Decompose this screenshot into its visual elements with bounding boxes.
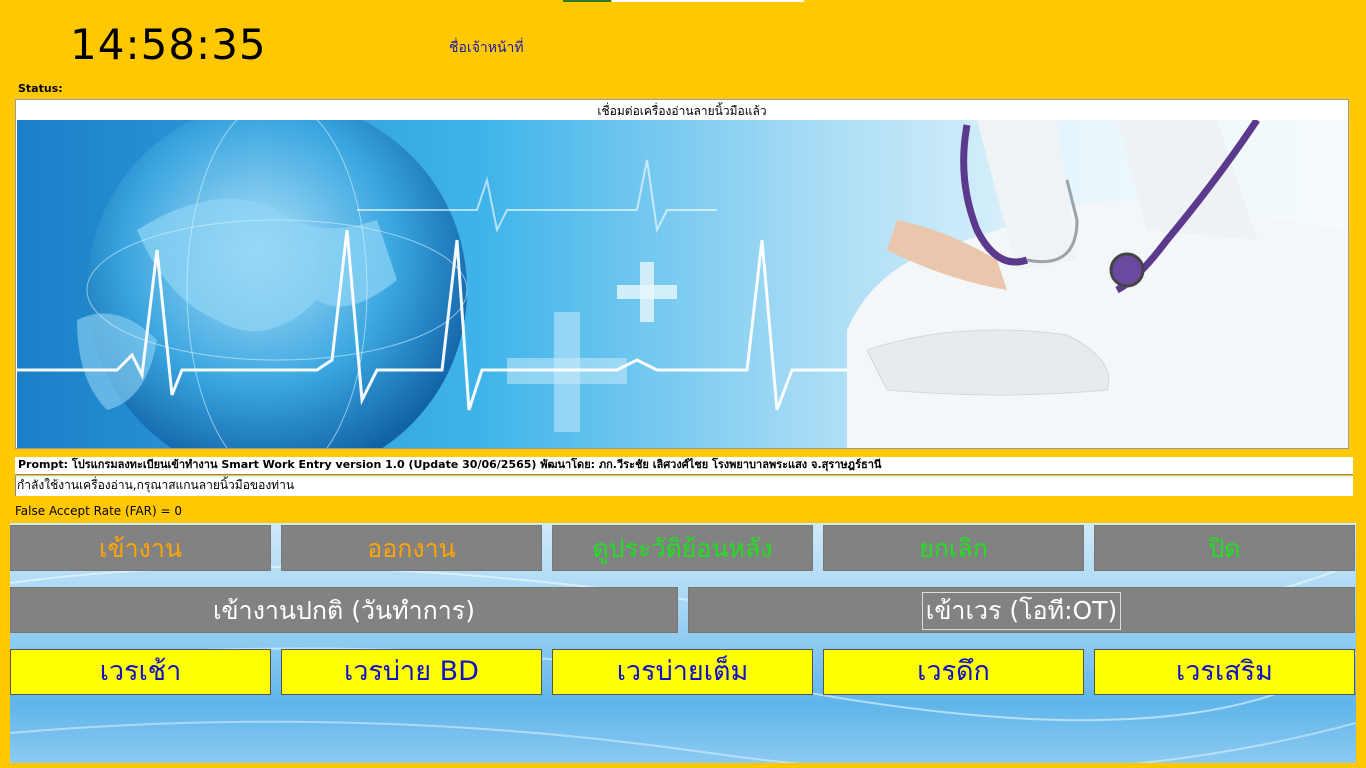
clock: 14:58:35	[70, 20, 267, 69]
shift-morning-button[interactable]: เวรเช้า	[10, 649, 271, 695]
far-label: False Accept Rate (FAR) = 0	[15, 504, 183, 518]
close-button[interactable]: ปิด	[1094, 525, 1355, 571]
shift-afternoon-bd-button[interactable]: เวรบ่าย BD	[281, 649, 542, 695]
checkout-button[interactable]: ออกงาน	[281, 525, 542, 571]
shift-night-button[interactable]: เวรดึก	[823, 649, 1084, 695]
officer-name-label: ชื่อเจ้าหน้าที่	[449, 40, 524, 56]
instruction-text: กำลังใช้งานเครื่องอ่าน,กรุณาสแกนลายนิ้วม…	[15, 476, 1353, 496]
medical-banner-image	[17, 120, 1348, 448]
shift-extra-button[interactable]: เวรเสริม	[1094, 649, 1355, 695]
top-tab-bar	[612, 0, 804, 2]
checkin-button[interactable]: เข้างาน	[10, 525, 271, 571]
normal-work-button[interactable]: เข้างานปกติ (วันทำการ)	[10, 587, 678, 633]
status-label: Status:	[18, 82, 63, 95]
status-message: เชื่อมต่อเครื่องอ่านลายนิ้วมือแล้ว	[597, 104, 767, 118]
button-panel: เข้างาน ออกงาน ดูประวัติย้อนหลัง ยกเลิก …	[10, 523, 1356, 763]
shift-afternoon-full-button[interactable]: เวรบ่ายเต็ม	[552, 649, 813, 695]
ot-work-button[interactable]: เข้าเวร (โอที:OT)	[688, 587, 1355, 633]
prompt-bar: Prompt: โปรแกรมลงทะเบียนเข้าทำงาน Smart …	[15, 457, 1353, 475]
cancel-button[interactable]: ยกเลิก	[823, 525, 1084, 571]
top-tab-indicator	[563, 0, 611, 2]
status-panel: เชื่อมต่อเครื่องอ่านลายนิ้วมือแล้ว	[15, 99, 1349, 449]
ot-work-label: เข้าเวร (โอที:OT)	[921, 592, 1122, 630]
history-button[interactable]: ดูประวัติย้อนหลัง	[552, 525, 813, 571]
